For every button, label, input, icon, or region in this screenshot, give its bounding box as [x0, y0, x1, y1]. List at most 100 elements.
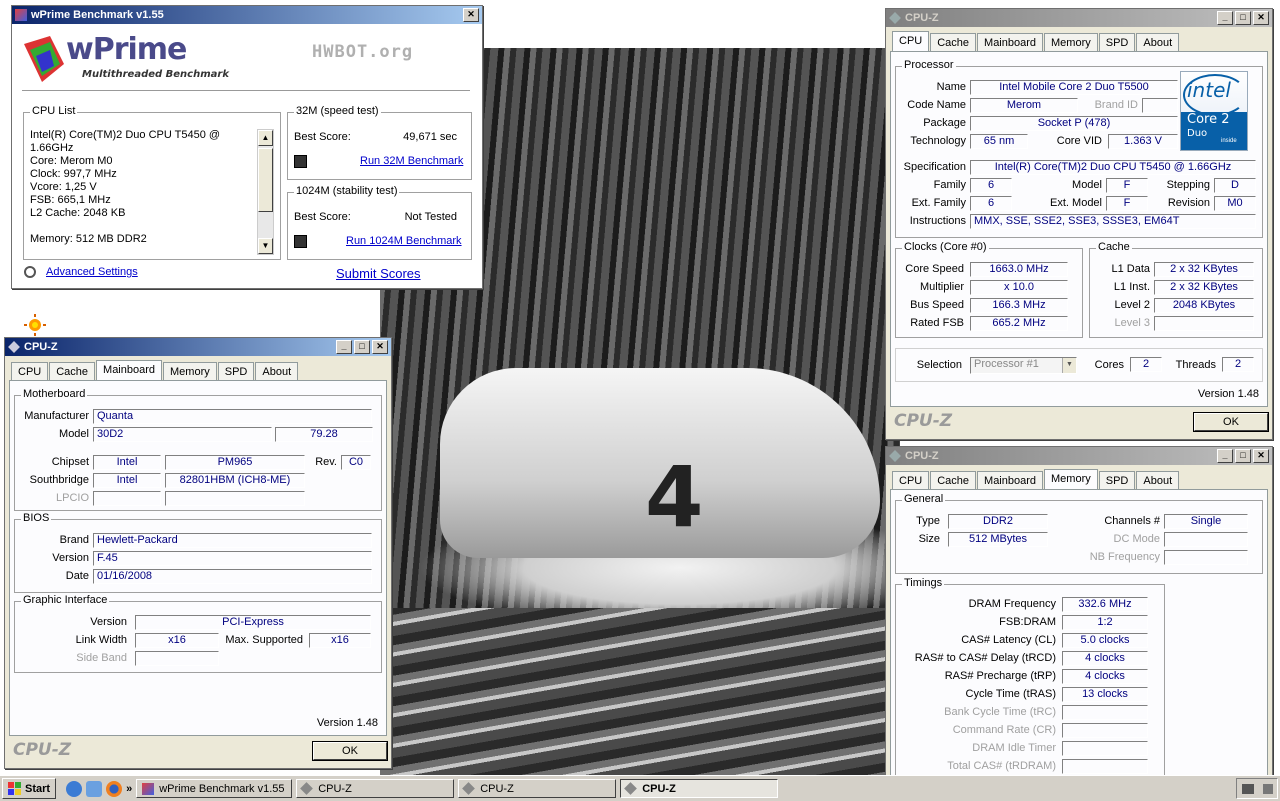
- intel-logo-inside: inside: [1221, 138, 1237, 144]
- chevron-down-icon[interactable]: ▼: [1062, 358, 1076, 373]
- ie-icon[interactable]: [66, 780, 83, 797]
- cpu-list-scrollbar[interactable]: ▲ ▼: [257, 129, 274, 255]
- cpuz-app-icon: [300, 782, 314, 795]
- bios-version-label: Version: [52, 552, 89, 564]
- minimize-icon[interactable]: _: [1217, 449, 1233, 463]
- bios-date-label: Date: [65, 570, 89, 582]
- corespeed-label: Core Speed: [905, 263, 964, 275]
- nbfreq-label: NB Frequency: [1089, 551, 1160, 563]
- general-title: General: [902, 493, 946, 505]
- stepping-value: D: [1214, 178, 1256, 193]
- firefox-icon[interactable]: [106, 780, 123, 797]
- cpuz-app-icon: [624, 782, 638, 795]
- taskbar-button-label: CPU-Z: [318, 782, 352, 795]
- maximize-icon[interactable]: □: [354, 340, 370, 354]
- maximize-icon[interactable]: □: [1235, 11, 1251, 25]
- l1inst-value: 2 x 32 KBytes: [1154, 280, 1254, 295]
- desktop-icon-cpuz[interactable]: [22, 314, 50, 336]
- level2-value: 2048 KBytes: [1154, 298, 1254, 313]
- close-icon[interactable]: ✕: [1253, 449, 1269, 463]
- clocks-title: Clocks (Core #0): [902, 241, 989, 253]
- cpuz-mainboard-titlebar[interactable]: CPU-Z _ □ ✕: [5, 338, 391, 356]
- timing-value: [1062, 759, 1148, 774]
- bios-brand-value: Hewlett-Packard: [93, 533, 372, 548]
- southbridge-label: Southbridge: [29, 474, 89, 486]
- brandid-label: Brand ID: [1094, 99, 1138, 111]
- codename-value: Merom: [970, 98, 1078, 113]
- ok-button[interactable]: OK: [312, 741, 388, 761]
- window-title: CPU-Z: [905, 450, 939, 462]
- wprime-logo: wPrime Multithreaded Benchmark: [20, 32, 250, 88]
- timing-label: Command Rate (CR): [952, 724, 1056, 736]
- family-value: 6: [970, 178, 1012, 193]
- speed-best-value: 49,671 sec: [403, 131, 457, 143]
- taskbar-button-cpuz-3[interactable]: CPU-Z: [620, 779, 779, 798]
- network-icon[interactable]: [1241, 783, 1254, 794]
- threads-label: Threads: [1175, 359, 1216, 371]
- wprime-title: wPrime Benchmark v1.55: [31, 9, 164, 21]
- motion-blur-ground: [380, 608, 900, 775]
- timing-value: [1062, 705, 1148, 720]
- minimize-icon[interactable]: _: [336, 340, 352, 354]
- l1inst-label: L1 Inst.: [1113, 281, 1150, 293]
- scroll-thumb[interactable]: [258, 148, 273, 212]
- taskbar-button-cpuz-2[interactable]: CPU-Z: [458, 779, 617, 798]
- timing-value: 5.0 clocks: [1062, 633, 1148, 648]
- start-button[interactable]: Start: [2, 778, 57, 799]
- speed-best-label: Best Score:: [294, 131, 351, 143]
- scroll-up-icon[interactable]: ▲: [258, 130, 273, 146]
- technology-value: 65 nm: [970, 134, 1028, 149]
- name-label: Name: [936, 81, 966, 93]
- clocks-group: Clocks (Core #0) Core Speed 1663.0 MHz M…: [895, 241, 1083, 338]
- cpuz-app-icon: [462, 782, 476, 795]
- taskbar-button-cpuz-1[interactable]: CPU-Z: [296, 779, 455, 798]
- close-icon[interactable]: ✕: [463, 8, 479, 22]
- general-group: General Type DDR2 Channels # Single Size…: [895, 493, 1263, 574]
- corespeed-value: 1663.0 MHz: [970, 262, 1068, 277]
- close-icon[interactable]: ✕: [372, 340, 388, 354]
- outlook-icon[interactable]: [86, 780, 103, 797]
- volume-icon[interactable]: [1262, 783, 1273, 794]
- gi-version-value: PCI-Express: [135, 615, 371, 630]
- cpu-tab-panel: Processor Name Intel Mobile Core 2 Duo T…: [890, 51, 1268, 407]
- size-label: Size: [918, 533, 940, 545]
- floppy-icon: [294, 235, 307, 248]
- timing-label: RAS# to CAS# Delay (tRCD): [914, 652, 1056, 664]
- cpuz-memory-window: CPU-Z _ □ ✕ CPU Cache Mainboard Memory SPD Ab…: [885, 446, 1273, 776]
- maximize-icon[interactable]: □: [1235, 449, 1251, 463]
- submit-scores-link[interactable]: Submit Scores: [336, 266, 421, 281]
- run-1024m-link[interactable]: Run 1024M Benchmark: [346, 235, 462, 247]
- version-label: Version 1.48: [1197, 388, 1259, 400]
- chevron-right-icon[interactable]: »: [126, 783, 132, 795]
- ratedfsb-label: Rated FSB: [910, 317, 964, 329]
- name-value: Intel Mobile Core 2 Duo T5500: [970, 80, 1178, 95]
- processor-select[interactable]: Processor #1 ▼: [970, 357, 1077, 374]
- cpuz-memory-titlebar[interactable]: CPU-Z _ □ ✕: [886, 447, 1272, 465]
- minimize-icon[interactable]: _: [1217, 11, 1233, 25]
- manufacturer-label: Manufacturer: [24, 410, 89, 422]
- codename-label: Code Name: [907, 99, 966, 111]
- advanced-settings-link[interactable]: Advanced Settings: [46, 266, 138, 278]
- hwbot-logo[interactable]: HWBOT.org: [312, 42, 413, 62]
- timing-value: 13 clocks: [1062, 687, 1148, 702]
- ok-button[interactable]: OK: [1193, 412, 1269, 432]
- taskbar-button-label: CPU-Z: [642, 782, 676, 795]
- rev-value: C0: [341, 455, 371, 470]
- model-value: 30D2: [93, 427, 272, 442]
- wprime-titlebar[interactable]: wPrime Benchmark v1.55 ✕: [12, 6, 482, 24]
- timing-label: RAS# Precharge (tRP): [944, 670, 1056, 682]
- type-label: Type: [916, 515, 940, 527]
- revision-value: M0: [1214, 196, 1256, 211]
- taskbar-button-wprime[interactable]: wPrime Benchmark v1.55: [136, 779, 293, 798]
- close-icon[interactable]: ✕: [1253, 11, 1269, 25]
- timings-group: Timings DRAM Frequency 332.6 MHz FSB:DRAM 1…: [895, 577, 1165, 775]
- wprime-logo-icon: [24, 36, 64, 82]
- wprime-app-icon: [15, 9, 27, 21]
- run-32m-link[interactable]: Run 32M Benchmark: [360, 155, 463, 167]
- cpuz-app-icon: [889, 450, 901, 462]
- cpuz-brand: CPU-Z: [13, 740, 72, 760]
- cpu-list-box[interactable]: Intel(R) Core(TM)2 Duo CPU T5450 @1.66GH…: [30, 129, 256, 246]
- cpuz-cpu-titlebar[interactable]: CPU-Z _ □ ✕: [886, 9, 1272, 27]
- scroll-down-icon[interactable]: ▼: [258, 238, 273, 254]
- l1data-label: L1 Data: [1111, 263, 1150, 275]
